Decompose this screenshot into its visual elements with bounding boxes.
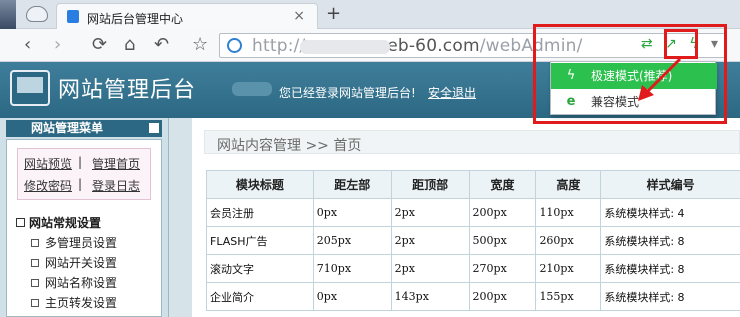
sidebar-panel: 网站预览 | 管理首页 修改密码 | 登录日志 网站常规设置 多管理员设置 网站… — [6, 139, 162, 317]
table-cell: 系统模块样式: 8 — [600, 226, 740, 255]
change-password-link[interactable]: 修改密码 — [24, 177, 72, 194]
link-separator: | — [78, 155, 83, 169]
user-avatar[interactable] — [0, 0, 16, 29]
new-tab-button[interactable]: + — [326, 3, 341, 24]
table-cell: 260px — [535, 226, 602, 255]
table-cell: 滚动文字 — [206, 254, 314, 283]
table-row[interactable]: 会员注册 0px 2px 200px 110px 系统模块样式: 4 — [206, 198, 740, 227]
expand-box-icon — [31, 258, 39, 267]
collapse-box-icon — [16, 218, 25, 227]
main-content: 网站内容管理 >> 首页 模块标题 距左部 距顶部 宽度 高度 样式编号 会员注… — [192, 118, 740, 317]
column-header: 距顶部 — [390, 170, 470, 199]
table-row[interactable]: 滚动文字 710px 2px 270px 210px 系统模块样式: 8 — [206, 254, 740, 283]
computer-logo-icon — [10, 70, 50, 106]
collapse-icon[interactable] — [149, 123, 159, 133]
table-cell: 155px — [535, 282, 602, 311]
forward-button[interactable]: › — [54, 33, 61, 57]
sidebar-title: 网站管理菜单 — [31, 121, 104, 135]
back-button[interactable]: ‹ — [24, 33, 31, 57]
admin-home-link[interactable]: 管理首页 — [92, 155, 140, 172]
column-header: 模块标题 — [206, 170, 314, 199]
table-cell: 2px — [390, 226, 470, 255]
login-log-link[interactable]: 登录日志 — [92, 177, 140, 194]
expand-box-icon — [31, 278, 39, 287]
menu-item-site-name[interactable]: 网站名称设置 — [31, 274, 117, 291]
column-header: 高度 — [535, 170, 602, 199]
table-cell: 系统模块样式: 8 — [600, 254, 740, 283]
site-info-icon[interactable] — [227, 38, 242, 53]
table-cell: 270px — [468, 254, 537, 283]
table-cell: FLASH广告 — [206, 226, 314, 255]
menu-item-site-switch[interactable]: 网站开关设置 — [31, 254, 117, 271]
browser-tab[interactable]: 网站后台管理中心 × — [56, 3, 318, 29]
table-cell: 企业简介 — [206, 282, 314, 311]
table-cell: 143px — [390, 282, 470, 311]
red-arrow-annotation — [638, 57, 682, 101]
table-cell: 710px — [312, 254, 392, 283]
table-row[interactable]: 企业简介 0px 143px 200px 155px 系统模块样式: 8 — [206, 282, 740, 311]
table-header-row: 模块标题 距左部 距顶部 宽度 高度 样式编号 — [206, 170, 740, 199]
menu-item-multi-admin[interactable]: 多管理员设置 — [31, 234, 117, 251]
ie-icon: e — [566, 94, 576, 109]
tab-close-icon[interactable]: × — [293, 8, 305, 24]
table-cell: 系统模块样式: 8 — [600, 282, 740, 311]
undo-button[interactable]: ↶ — [154, 33, 169, 57]
preview-site-link[interactable]: 网站预览 — [24, 155, 72, 172]
table-cell: 2px — [390, 254, 470, 283]
page-favicon-icon — [67, 10, 79, 23]
column-header: 宽度 — [468, 170, 537, 199]
redacted-username — [232, 82, 272, 96]
admin-logo-title: 网站管理后台 — [58, 78, 197, 103]
column-header: 距左部 — [312, 170, 392, 199]
table-cell: 0px — [312, 282, 392, 311]
home-button[interactable]: ⌂ — [124, 33, 135, 57]
menu-group-general-settings[interactable]: 网站常规设置 — [16, 214, 101, 231]
table-cell: 2px — [390, 198, 470, 227]
reload-button[interactable]: ⟳ — [92, 33, 107, 57]
sidebar-header: 网站管理菜单 — [6, 120, 162, 137]
table-cell: 205px — [312, 226, 392, 255]
column-header: 样式编号 — [600, 170, 740, 199]
module-table: 模块标题 距左部 距顶部 宽度 高度 样式编号 会员注册 0px 2px 200… — [206, 170, 740, 311]
cloud-icon[interactable] — [26, 6, 48, 22]
table-cell: 系统模块样式: 4 — [600, 198, 740, 227]
breadcrumb-text: 网站内容管理 >> 首页 — [217, 138, 362, 154]
table-cell: 210px — [535, 254, 602, 283]
menu-item-home-redirect[interactable]: 主页转发设置 — [31, 294, 117, 311]
table-cell: 200px — [468, 282, 537, 311]
breadcrumb: 网站内容管理 >> 首页 — [204, 130, 740, 154]
table-cell: 500px — [468, 226, 537, 255]
lightning-icon: ϟ — [566, 68, 576, 83]
sidebar-splitter[interactable] — [168, 118, 192, 317]
table-row[interactable]: FLASH广告 205px 2px 500px 260px 系统模块样式: 8 — [206, 226, 740, 255]
expand-box-icon — [31, 298, 39, 307]
table-cell: 会员注册 — [206, 198, 314, 227]
expand-box-icon — [31, 238, 39, 247]
table-cell: 200px — [468, 198, 537, 227]
link-separator: | — [78, 177, 83, 191]
sidebar: 网站管理菜单 网站预览 | 管理首页 修改密码 | 登录日志 网站常规设置 多管… — [0, 118, 168, 317]
tab-title: 网站后台管理中心 — [87, 12, 184, 26]
table-cell: 0px — [312, 198, 392, 227]
menu-item-label: 网站开关设置 — [45, 256, 118, 270]
logout-link[interactable]: 安全退出 — [428, 84, 476, 101]
quick-links: 网站预览 | 管理首页 修改密码 | 登录日志 — [17, 148, 151, 200]
menu-item-label: 多管理员设置 — [45, 236, 118, 250]
menu-group-label: 网站常规设置 — [29, 216, 102, 230]
redacted-domain — [300, 40, 390, 54]
welcome-message: 您已经登录网站管理后台! — [279, 86, 416, 100]
menu-item-label: 网站名称设置 — [45, 276, 118, 290]
table-cell: 110px — [535, 198, 602, 227]
menu-item-label: 主页转发设置 — [45, 296, 118, 310]
bookmark-star-icon[interactable]: ☆ — [192, 33, 208, 57]
